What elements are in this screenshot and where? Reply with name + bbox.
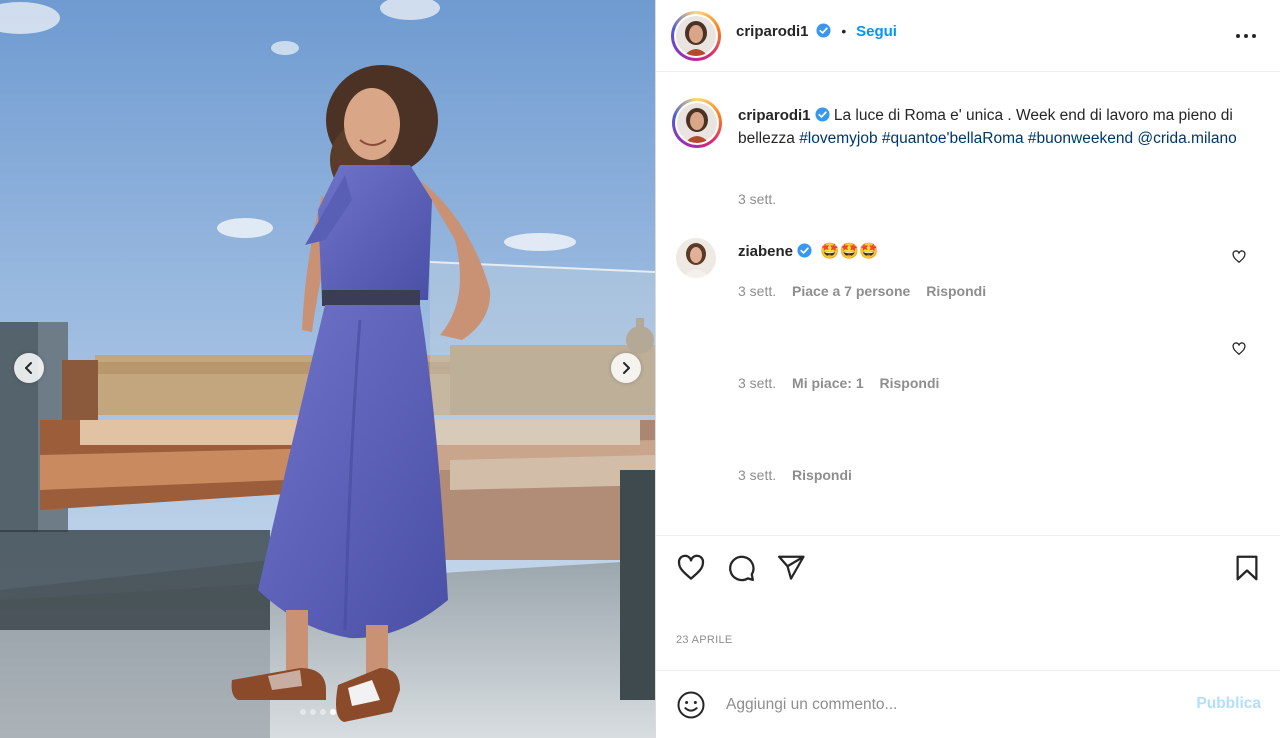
header-user-line: criparodi1 • Segui: [736, 23, 897, 40]
caption-username[interactable]: criparodi1: [738, 107, 811, 124]
mention-link[interactable]: @crida.milano: [1137, 130, 1236, 147]
heart-icon[interactable]: [676, 553, 706, 583]
post-header: criparodi1 • Segui: [656, 0, 1280, 72]
smiley-icon[interactable]: [676, 690, 706, 720]
more-horizontal-icon: [1236, 34, 1256, 38]
comment-meta: 3 sett. Mi piace: 1 Rispondi: [738, 375, 951, 391]
comment-likes[interactable]: Piace a 7 persone: [792, 283, 910, 299]
comment-time[interactable]: 3 sett.: [738, 283, 776, 299]
caption-time[interactable]: 3 sett.: [738, 191, 776, 207]
author-avatar-image: [676, 16, 716, 56]
caption-avatar[interactable]: [672, 98, 722, 148]
comment-text: 🤩🤩🤩: [820, 243, 879, 260]
comment-meta: 3 sett. Rispondi: [738, 467, 864, 483]
carousel-next-button[interactable]: [611, 353, 641, 383]
comment-likes[interactable]: Mi piace: 1: [792, 375, 864, 391]
carousel-dot: [320, 709, 326, 715]
carousel-prev-button[interactable]: [14, 353, 44, 383]
hashtag-link[interactable]: #lovemyjob: [799, 130, 877, 147]
hashtag-link[interactable]: #buonweekend: [1028, 130, 1133, 147]
reply-button[interactable]: Rispondi: [926, 283, 986, 299]
comment-time[interactable]: 3 sett.: [738, 375, 776, 391]
reply-button[interactable]: Rispondi: [792, 467, 852, 483]
author-username[interactable]: criparodi1: [736, 23, 809, 40]
rooftop-photo: [0, 0, 655, 738]
separator-dot: •: [841, 23, 847, 39]
verified-badge-icon: [797, 243, 812, 258]
comment-body: ziabene 🤩🤩🤩: [738, 242, 878, 261]
chevron-right-icon: [623, 362, 630, 374]
comment-icon[interactable]: [726, 553, 756, 583]
post-actions: 23 aprile: [656, 535, 1280, 646]
reply-button[interactable]: Rispondi: [880, 375, 940, 391]
send-icon[interactable]: [776, 553, 806, 583]
post-date[interactable]: 23 aprile: [676, 634, 733, 646]
commenter-username[interactable]: ziabene: [738, 243, 793, 260]
verified-badge-icon: [815, 107, 830, 122]
caption-text: criparodi1 La luce di Roma e' unica . We…: [738, 104, 1263, 150]
bookmark-icon[interactable]: [1232, 553, 1262, 583]
post-photo[interactable]: [0, 0, 655, 738]
comment-input[interactable]: [726, 691, 1166, 719]
author-avatar[interactable]: [671, 11, 721, 61]
add-comment-bar: Pubblica: [656, 670, 1280, 738]
carousel-dot-active: [330, 709, 336, 715]
verified-badge-icon: [816, 23, 831, 38]
post-dialog: criparodi1 • Segui criparodi1 La luce di…: [0, 0, 1280, 738]
more-options-button[interactable]: [1235, 24, 1257, 51]
carousel-indicator: [300, 709, 336, 715]
follow-button[interactable]: Segui: [856, 23, 897, 40]
comment-like-icon[interactable]: [1232, 342, 1246, 356]
commenter-avatar[interactable]: [676, 238, 716, 278]
carousel-dot: [310, 709, 316, 715]
caption-avatar-image: [677, 103, 717, 143]
chevron-left-icon: [25, 362, 32, 374]
carousel-dot: [300, 709, 306, 715]
hashtag-link[interactable]: #quantoe'bellaRoma: [882, 130, 1024, 147]
comment-like-icon[interactable]: [1232, 250, 1246, 264]
publish-button[interactable]: Pubblica: [1196, 695, 1261, 713]
comment-time[interactable]: 3 sett.: [738, 467, 776, 483]
post-side-panel: criparodi1 • Segui criparodi1 La luce di…: [655, 0, 1280, 738]
comment-meta: 3 sett. Piace a 7 persone Rispondi: [738, 283, 998, 299]
